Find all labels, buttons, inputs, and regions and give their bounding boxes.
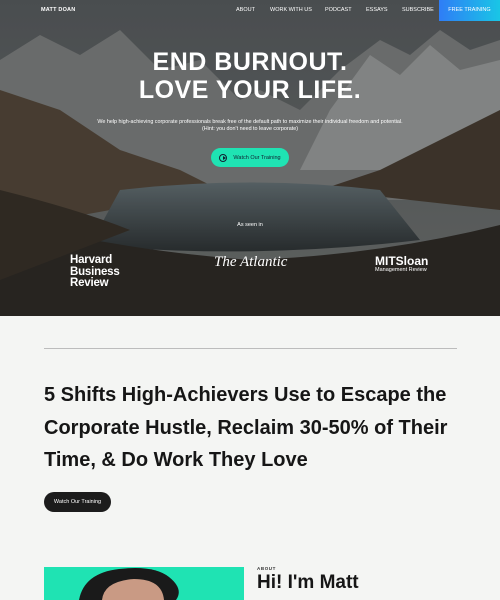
play-circle-icon	[219, 153, 228, 162]
harvard-business-review-logo: Harvard Business Review	[70, 254, 120, 290]
nav-link-essays[interactable]: ESSAYS	[366, 7, 388, 13]
hero-watch-training-label: Watch Our Training	[233, 154, 281, 161]
free-training-button[interactable]: FREE TRAINING	[439, 0, 500, 21]
mit-sloan-logo-sub: Management Review	[375, 267, 427, 273]
brand-logo[interactable]: MATT DOAN	[41, 7, 75, 13]
nav-link-subscribe[interactable]: SUBSCRIBE	[402, 7, 434, 13]
hbr-logo-line-3: Review	[70, 277, 109, 289]
hero-subheading-line-1: We help high-achieving corporate profess…	[97, 119, 403, 125]
about-label: ABOUT	[257, 566, 276, 571]
hero-subheading: We help high-achieving corporate profess…	[0, 119, 500, 133]
section-title: 5 Shifts High-Achievers Use to Escape th…	[44, 384, 448, 471]
as-seen-in-label: As seen in	[237, 222, 263, 228]
nav-link-work-with-us[interactable]: WORK WITH US	[270, 7, 312, 13]
the-atlantic-logo: The Atlantic	[214, 254, 288, 270]
hero-headline-line-1: END BURNOUT.	[152, 48, 348, 76]
mit-sloan-logo: MITSloan Management Review	[375, 255, 428, 274]
hero-headline: END BURNOUT. LOVE YOUR LIFE.	[0, 48, 500, 104]
hero-subheading-line-2: (Hint: you don't need to leave corporate…	[201, 126, 299, 132]
about-title: Hi! I'm Matt	[257, 572, 359, 593]
section-watch-training-button[interactable]: Watch Our Training	[44, 492, 111, 512]
top-navigation: MATT DOAN ABOUT WORK WITH US PODCAST ESS…	[0, 0, 500, 21]
hbr-logo-line-1: Harvard	[70, 254, 113, 266]
nav-link-podcast[interactable]: PODCAST	[325, 7, 352, 13]
section-divider	[44, 348, 457, 349]
matt-portrait-photo	[44, 567, 244, 600]
nav-link-about[interactable]: ABOUT	[236, 7, 255, 13]
hero-watch-training-button[interactable]: Watch Our Training	[211, 148, 289, 167]
hero-headline-line-2: LOVE YOUR LIFE.	[138, 76, 362, 104]
hero-section: MATT DOAN ABOUT WORK WITH US PODCAST ESS…	[0, 0, 500, 316]
mit-sloan-logo-main: MITSloan	[375, 254, 429, 268]
portrait-image	[79, 568, 179, 600]
